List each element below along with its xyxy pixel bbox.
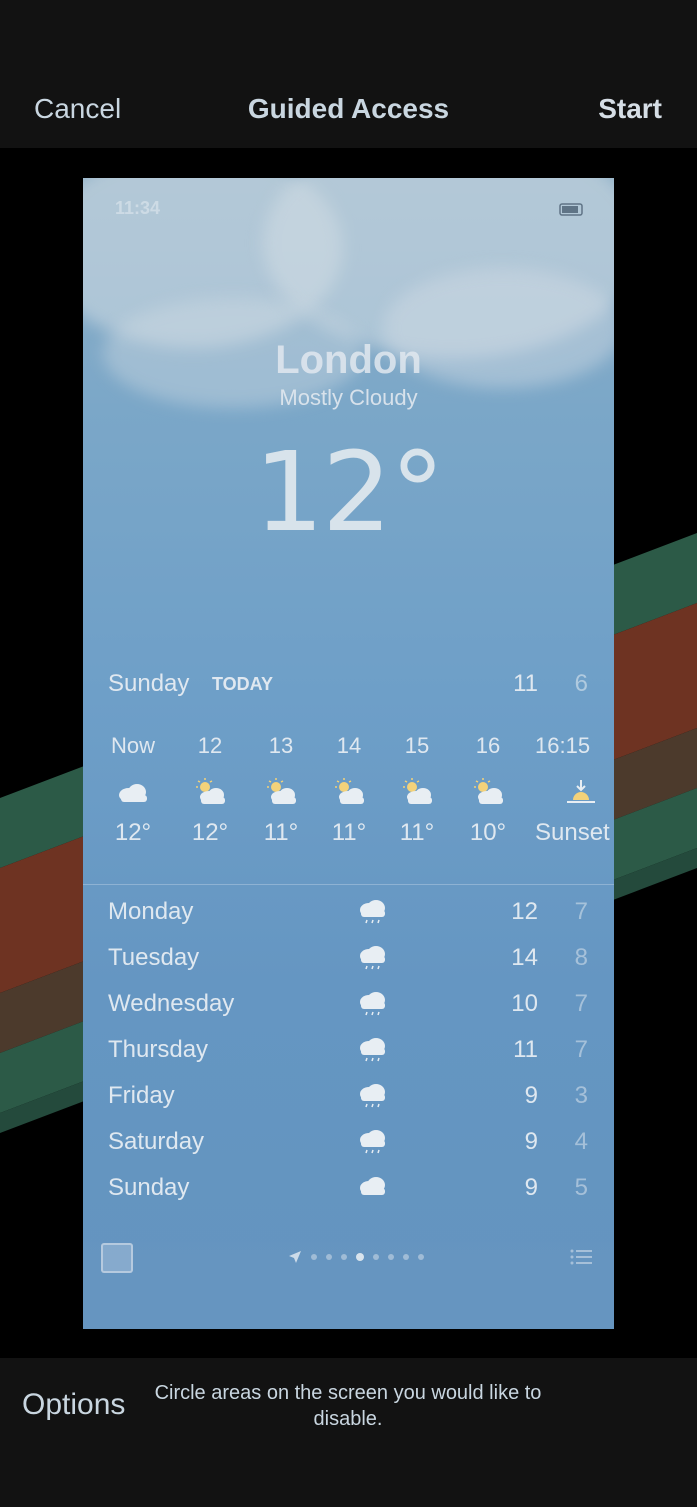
day-low: 7 [574,1036,588,1063]
today-low: 6 [574,670,588,697]
day-name: Thursday [108,1036,209,1063]
day-low: 3 [574,1082,588,1109]
hour-item: 16:15 Sunset [535,733,614,847]
guided-access-bottom-bar: Options Circle areas on the screen you w… [0,1358,697,1507]
cloud-icon [360,1177,385,1195]
hour-time: Now [110,733,155,758]
today-row: Sunday TODAY 11 6 [108,670,588,700]
rain-icon [360,900,385,924]
list-item: Monday 12 7 [108,896,588,942]
hour-temp: 10° [469,819,507,846]
partly-sunny-icon [335,778,364,804]
hour-item: 12 12° [175,733,245,847]
list-item: Friday 9 3 [108,1080,588,1126]
page-dot [311,1254,317,1260]
hour-time: 16:15 [535,733,591,758]
page-dot-active [356,1253,364,1261]
day-low: 4 [574,1128,588,1155]
hour-item: 13 11° [246,733,316,847]
page-dot [418,1254,424,1260]
partly-sunny-icon [403,778,432,804]
partly-sunny-icon [474,778,503,804]
day-low: 8 [574,944,588,971]
day-high: 9 [524,1174,538,1201]
location-arrow-icon [289,1251,301,1263]
day-name: Wednesday [108,990,235,1017]
daily-forecast[interactable]: Monday 12 7 Tuesday 14 8 Wednesday 10 7 … [108,896,588,1218]
day-high: 10 [511,990,538,1017]
day-high: 9 [524,1128,538,1155]
instruction-text: Circle areas on the screen you would lik… [154,1382,542,1430]
today-day: Sunday [108,670,190,697]
day-high: 14 [511,944,538,971]
rain-icon [360,1084,385,1108]
rain-icon [360,946,385,970]
hour-item: Now 12° [98,733,168,847]
status-time: 11:34 [115,198,161,218]
day-low: 7 [574,898,588,925]
start-button[interactable]: Start [598,93,662,125]
today-high: 11 [513,670,538,697]
page-dot [326,1254,332,1260]
list-item: Saturday 9 4 [108,1126,588,1172]
guided-access-top-bar: Cancel Guided Access Start [0,0,697,148]
today-tag: TODAY [212,674,274,694]
hour-time: 13 [268,733,294,758]
hour-item: 14 11° [314,733,384,847]
list-item: Thursday 11 7 [108,1034,588,1080]
day-high: 12 [511,898,538,925]
list-item: Tuesday 14 8 [108,942,588,988]
city-name: London [275,338,422,382]
current-temperature: 12° [254,428,445,556]
hour-item: 16 10° [453,733,523,847]
battery-icon [559,203,583,216]
day-name: Friday [108,1082,175,1109]
hour-temp: Sunset [535,819,610,846]
day-name: Monday [108,898,194,925]
partly-sunny-icon [196,778,225,804]
hour-item: 15 11° [382,733,452,847]
page-indicator[interactable] [288,1248,424,1266]
list-item: Sunday 9 5 [108,1172,588,1218]
app-screen-preview[interactable]: 11:34 London Mostly Cloudy 12° Sunday TO… [83,178,614,1329]
list-item: Wednesday 10 7 [108,988,588,1034]
rain-icon [360,992,385,1016]
hour-temp: 11° [399,819,435,846]
page-dot [388,1254,394,1260]
divider [83,884,614,885]
hour-time: 15 [404,733,430,758]
page-dot [403,1254,409,1260]
partly-sunny-icon [267,778,296,804]
hour-time: 12 [197,733,223,758]
rain-icon [360,1038,385,1062]
day-name: Sunday [108,1174,190,1201]
map-icon[interactable] [101,1243,133,1273]
condition-text: Mostly Cloudy [279,385,418,410]
hour-temp: 12° [114,819,152,846]
day-high: 9 [524,1082,538,1109]
day-low: 5 [574,1174,588,1201]
hour-temp: 12° [191,819,229,846]
rain-icon [360,1130,385,1154]
cloud-icon [119,784,147,802]
hourly-forecast[interactable]: Now 12° 12 12° 13 11° 14 11° 15 11° 16 1… [83,733,614,873]
day-low: 7 [574,990,588,1017]
sunset-icon [567,780,595,803]
day-name: Saturday [108,1128,205,1155]
hour-temp: 11° [331,819,367,846]
page-title: Guided Access [247,93,450,124]
options-button[interactable]: Options [22,1388,125,1422]
page-dot [373,1254,379,1260]
weather-bottom-bar [83,1219,614,1329]
hour-temp: 11° [263,819,299,846]
list-icon[interactable] [570,1248,592,1266]
page-dot [341,1254,347,1260]
day-high: 11 [513,1036,538,1063]
hour-time: 16 [475,733,501,758]
status-bar: 11:34 [83,198,614,228]
hour-time: 14 [336,733,362,758]
day-name: Tuesday [108,944,200,971]
